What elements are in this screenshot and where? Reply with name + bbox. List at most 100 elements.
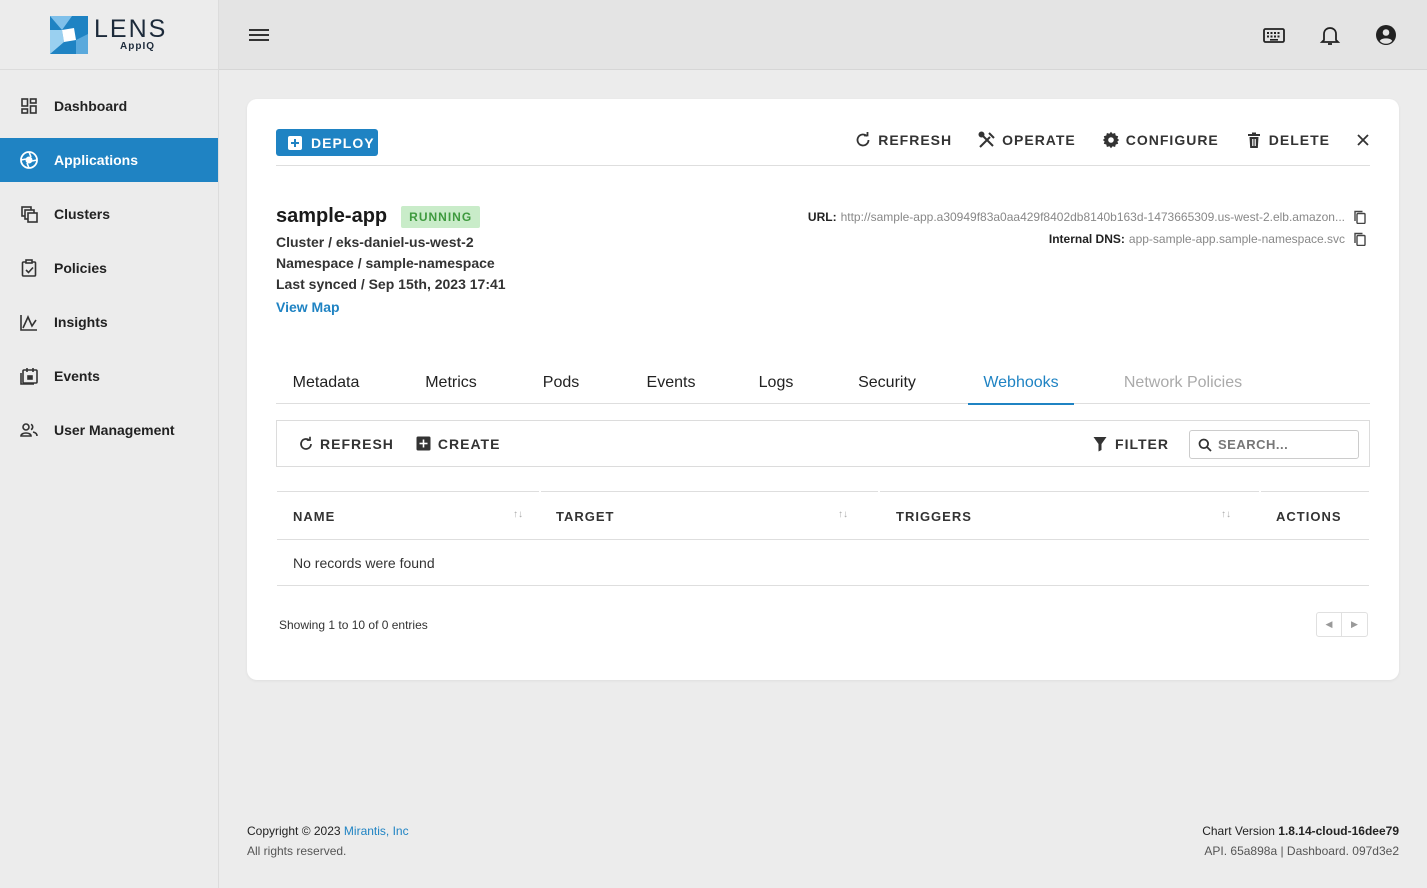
sidebar-item-label: Insights xyxy=(54,314,108,330)
tab-security[interactable]: Security xyxy=(806,361,968,404)
add-box-icon xyxy=(288,135,302,150)
empty-row: No records were found xyxy=(277,540,1369,586)
copy-icon[interactable] xyxy=(1353,232,1367,246)
app-toolbar: DEPLOY REFRESH OPERATE CONFIGURE DELETE xyxy=(276,129,1370,166)
copy-icon[interactable] xyxy=(1353,210,1367,224)
sidebar-item-clusters[interactable]: Clusters xyxy=(0,192,218,236)
logo[interactable]: LENS AppIQ xyxy=(0,0,218,70)
table-refresh-button[interactable]: REFRESH xyxy=(298,436,394,452)
sidebar-item-label: Policies xyxy=(54,260,107,276)
table-header: NAME ↑↓ TARGET ↑↓ TRIGGERS ↑↓ ACTIONS xyxy=(277,491,1369,540)
app-summary: sample-app RUNNING Cluster / eks-daniel-… xyxy=(276,205,506,317)
search-icon xyxy=(1198,438,1212,452)
tab-metadata[interactable]: Metadata xyxy=(276,361,376,404)
sidebar: LENS AppIQ Dashboard Applications Cluste… xyxy=(0,0,219,888)
keyboard-icon[interactable] xyxy=(1263,24,1285,46)
configure-label: CONFIGURE xyxy=(1125,132,1219,148)
tab-logs[interactable]: Logs xyxy=(746,361,806,404)
search-box xyxy=(1189,430,1359,459)
sidebar-item-user-management[interactable]: User Management xyxy=(0,408,218,452)
last-synced-info: Last synced / Sep 15th, 2023 17:41 xyxy=(276,276,506,292)
deploy-button[interactable]: DEPLOY xyxy=(276,129,378,156)
namespace-info: Namespace / sample-namespace xyxy=(276,255,495,271)
search-input[interactable] xyxy=(1218,437,1348,452)
clusters-icon xyxy=(20,205,38,223)
column-label: TRIGGERS xyxy=(896,508,972,524)
tab-network-policies: Network Policies xyxy=(1123,373,1243,391)
configure-button[interactable]: CONFIGURE xyxy=(1102,131,1219,149)
sort-icon[interactable]: ↑↓ xyxy=(1221,509,1231,520)
column-header-triggers[interactable]: TRIGGERS ↑↓ xyxy=(880,491,1259,540)
sidebar-nav: Dashboard Applications Clusters Policies… xyxy=(0,84,218,452)
column-header-actions: ACTIONS xyxy=(1261,491,1369,540)
next-page-icon[interactable]: ▶ xyxy=(1342,613,1367,636)
url-block: URL: http://sample-app.a30949f83a0aa429f… xyxy=(808,210,1367,254)
tools-icon xyxy=(978,131,996,149)
refresh-icon xyxy=(298,436,314,452)
top-bar xyxy=(219,0,1427,70)
dns-label: Internal DNS: xyxy=(1048,232,1125,246)
sidebar-item-applications[interactable]: Applications xyxy=(0,138,218,182)
create-button[interactable]: CREATE xyxy=(416,436,501,452)
sort-icon[interactable]: ↑↓ xyxy=(838,509,848,520)
url-value[interactable]: http://sample-app.a30949f83a0aa429f8402d… xyxy=(841,210,1345,224)
dashboard-icon xyxy=(20,97,38,115)
sidebar-item-insights[interactable]: Insights xyxy=(0,300,218,344)
column-header-name[interactable]: NAME ↑↓ xyxy=(277,491,539,540)
dns-value[interactable]: app-sample-app.sample-namespace.svc xyxy=(1129,232,1345,246)
operate-label: OPERATE xyxy=(1002,132,1076,148)
account-icon[interactable] xyxy=(1375,24,1397,46)
delete-button[interactable]: DELETE xyxy=(1245,131,1330,149)
table-refresh-label: REFRESH xyxy=(320,435,394,452)
sort-icon[interactable]: ↑↓ xyxy=(513,509,523,520)
sidebar-item-label: Applications xyxy=(54,152,139,168)
trash-icon xyxy=(1245,131,1263,149)
deploy-label: DEPLOY xyxy=(311,134,375,151)
refresh-button[interactable]: REFRESH xyxy=(854,131,952,149)
tab-bar: Metadata Metrics Pods Events Logs Securi… xyxy=(276,361,1370,405)
brand-sub: AppIQ xyxy=(120,41,155,52)
filter-icon xyxy=(1093,436,1109,452)
operate-button[interactable]: OPERATE xyxy=(978,131,1076,149)
build-info: API. 65a898a | Dashboard. 097d3e2 xyxy=(1204,844,1399,858)
filter-label: FILTER xyxy=(1115,435,1169,452)
entries-info: Showing 1 to 10 of 0 entries xyxy=(279,618,428,632)
users-icon xyxy=(20,421,38,439)
view-map-link[interactable]: View Map xyxy=(276,299,340,315)
company-link[interactable]: Mirantis, Inc xyxy=(344,824,409,838)
url-label: URL: xyxy=(807,210,837,224)
add-box-icon xyxy=(416,436,432,452)
tab-metrics[interactable]: Metrics xyxy=(376,361,526,404)
tab-pods[interactable]: Pods xyxy=(526,361,596,404)
prev-page-icon[interactable]: ◀ xyxy=(1317,613,1342,636)
sidebar-item-label: Events xyxy=(54,368,100,384)
applications-icon xyxy=(20,151,38,169)
sidebar-item-policies[interactable]: Policies xyxy=(0,246,218,290)
column-label: TARGET xyxy=(556,508,615,524)
tab-webhooks[interactable]: Webhooks xyxy=(968,361,1074,405)
cluster-info: Cluster / eks-daniel-us-west-2 xyxy=(276,234,474,250)
column-header-target[interactable]: TARGET ↑↓ xyxy=(541,491,878,540)
application-card: DEPLOY REFRESH OPERATE CONFIGURE DELETE … xyxy=(247,99,1399,680)
close-icon[interactable] xyxy=(1356,133,1370,147)
sidebar-item-label: Dashboard xyxy=(54,98,128,114)
tab-events[interactable]: Events xyxy=(596,361,746,404)
filter-button[interactable]: FILTER xyxy=(1093,436,1169,452)
refresh-label: REFRESH xyxy=(878,132,953,148)
sidebar-item-events[interactable]: Events xyxy=(0,354,218,398)
page-title: sample-app xyxy=(276,205,388,227)
menu-icon[interactable] xyxy=(249,26,269,44)
table-toolbar: REFRESH CREATE FILTER xyxy=(276,420,1370,467)
chart-version-value: 1.8.14-cloud-16dee79 xyxy=(1278,824,1399,838)
copyright-text: Copyright © 2023 xyxy=(247,824,344,838)
create-label: CREATE xyxy=(437,435,501,452)
footer-version: Chart Version 1.8.14-cloud-16dee79 API. … xyxy=(1202,824,1399,858)
sidebar-item-label: User Management xyxy=(54,422,175,438)
bell-icon[interactable] xyxy=(1319,24,1341,46)
events-icon xyxy=(20,367,38,385)
sidebar-item-label: Clusters xyxy=(54,206,111,222)
column-label: NAME xyxy=(293,508,336,524)
rights-text: All rights reserved. xyxy=(247,844,347,858)
sidebar-item-dashboard[interactable]: Dashboard xyxy=(0,84,218,128)
chart-version-label: Chart Version xyxy=(1202,824,1279,838)
